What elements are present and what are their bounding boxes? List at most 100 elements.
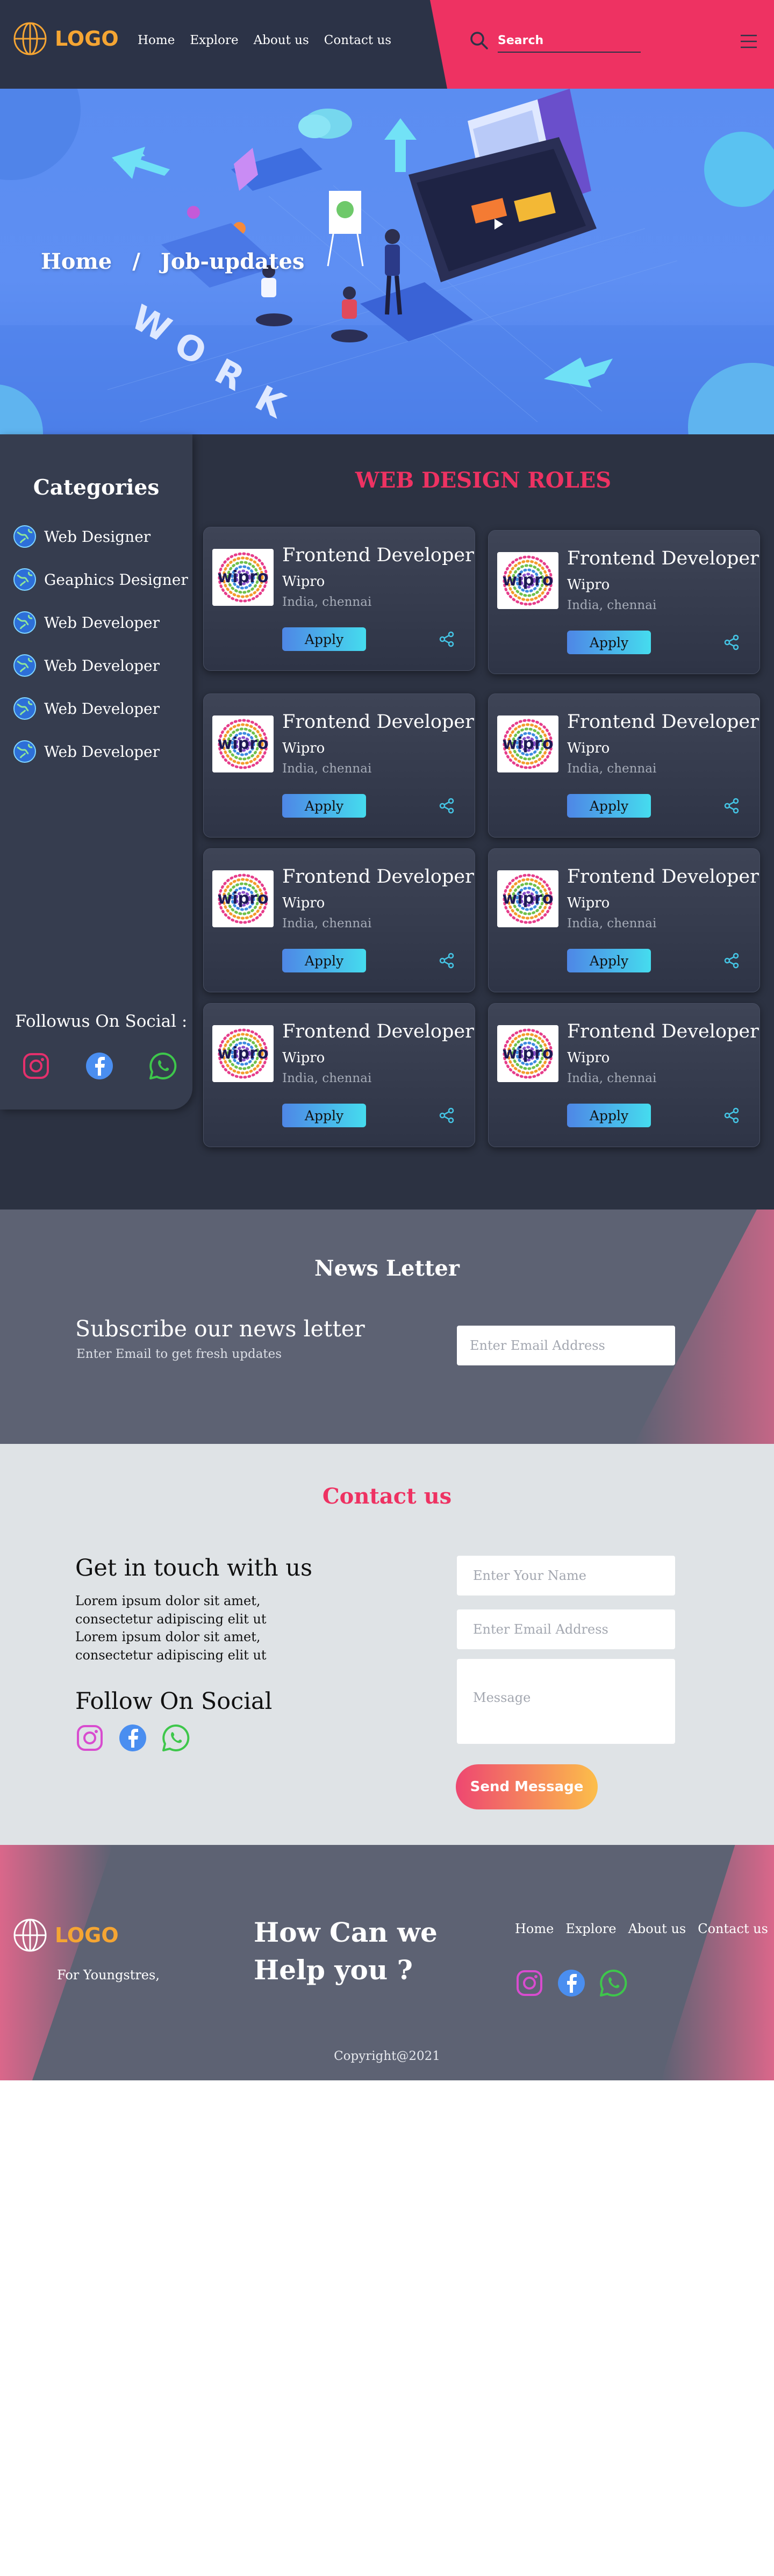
share-icon[interactable] [438,797,455,814]
nav-link-home[interactable]: Home [138,33,175,47]
share-icon[interactable] [723,952,740,969]
whatsapp-icon[interactable] [161,1723,190,1752]
breadcrumb-current: Job-updates [160,249,305,274]
breadcrumb-home[interactable]: Home [41,249,112,274]
globe-icon [13,568,37,591]
hamburger-menu-icon[interactable] [740,32,758,51]
footer-link-explore[interactable]: Explore [565,1921,616,1936]
job-title: Frontend Developer [567,866,759,888]
job-card: wipro Frontend Developer Wipro India, ch… [488,693,760,838]
company-logo: wipro [497,1025,558,1082]
apply-button[interactable]: Apply [567,949,651,972]
category-item[interactable]: Web Developer [13,611,160,634]
share-icon[interactable] [723,797,740,814]
company-logo: wipro [497,870,558,927]
company-logo: wipro [212,870,274,927]
newsletter-title: News Letter [314,1256,460,1281]
footer-social-links [515,1969,628,1998]
facebook-icon[interactable] [557,1969,586,1998]
apply-button[interactable]: Apply [282,794,366,818]
facebook-icon[interactable] [85,1051,114,1081]
footer: LOGO For Youngstres, How Can we Help you… [0,1845,774,2080]
svg-text:wipro: wipro [218,734,269,753]
svg-text:wipro: wipro [218,568,269,586]
job-title: Frontend Developer [282,711,474,733]
share-icon[interactable] [723,634,740,651]
whatsapp-icon[interactable] [599,1969,628,1998]
apply-button[interactable]: Apply [282,949,366,972]
company-name: Wipro [282,574,325,590]
apply-button[interactable]: Apply [282,1104,366,1127]
job-card: wipro Frontend Developer Wipro India, ch… [203,527,475,671]
instagram-icon[interactable] [75,1723,104,1752]
category-item[interactable]: Web Developer [13,740,160,763]
breadcrumb-separator: / [132,249,140,274]
share-icon[interactable] [438,631,455,648]
footer-link-contact[interactable]: Contact us [698,1921,768,1936]
search-icon[interactable] [469,30,489,51]
globe-icon [13,611,37,634]
email-input[interactable] [457,1609,675,1649]
job-title: Frontend Developer [282,866,474,888]
newsletter-email-input[interactable] [457,1326,675,1365]
job-location: India, chennai [282,595,372,609]
job-location: India, chennai [567,762,657,776]
svg-text:wipro: wipro [503,889,554,908]
share-icon[interactable] [723,1107,740,1124]
brand[interactable]: LOGO [13,22,119,56]
category-item[interactable]: Web Developer [13,697,160,720]
nav-link-explore[interactable]: Explore [190,33,238,47]
social-links [22,1051,177,1081]
footer-logo-text: LOGO [55,1923,119,1947]
job-title: Frontend Developer [567,1021,759,1042]
globe-icon [13,697,37,720]
nav-link-contact[interactable]: Contact us [324,33,391,47]
category-item[interactable]: Web Designer [13,525,150,548]
help-heading: How Can we Help you ? [254,1914,438,1989]
globe-icon [13,1918,47,1952]
contact-social-links [75,1723,190,1752]
newsletter-hint: Enter Email to get fresh updates [76,1347,282,1361]
footer-link-home[interactable]: Home [515,1921,554,1936]
search-input[interactable] [498,29,641,53]
message-input[interactable] [457,1659,675,1744]
company-name: Wipro [567,577,610,593]
logo-text: LOGO [55,27,119,51]
job-title: Frontend Developer [282,1021,474,1042]
company-logo: wipro [212,715,274,772]
globe-icon [13,22,47,56]
category-label: Web Developer [44,699,160,718]
instagram-icon[interactable] [515,1969,544,1998]
decorative-gradient [661,1845,774,2080]
name-input[interactable] [457,1556,675,1595]
company-name: Wipro [567,740,610,756]
category-item[interactable]: Web Developer [13,654,160,677]
company-logo: wipro [212,1025,274,1082]
job-location: India, chennai [282,762,372,776]
apply-button[interactable]: Apply [567,631,651,654]
apply-button[interactable]: Apply [567,1104,651,1127]
main-nav: Home Explore About us Contact us [138,33,391,47]
footer-brand[interactable]: LOGO [13,1918,119,1952]
share-icon[interactable] [438,952,455,969]
svg-text:wipro: wipro [503,734,554,753]
whatsapp-icon[interactable] [148,1051,177,1081]
company-name: Wipro [282,895,325,911]
nav-link-about[interactable]: About us [254,33,309,47]
send-message-button[interactable]: Send Message [456,1764,598,1809]
follow-social-heading: Follow On Social [75,1688,273,1715]
hero-banner: W O R K Home / Job-updates [0,89,774,434]
instagram-icon[interactable] [22,1051,51,1081]
newsletter-section: News Letter Subscribe our news letter En… [0,1210,774,1444]
roles-title: WEB DESIGN ROLES [355,468,612,493]
job-location: India, chennai [567,598,657,612]
category-item[interactable]: Geaphics Designer [13,568,188,591]
apply-button[interactable]: Apply [567,794,651,818]
share-icon[interactable] [438,1107,455,1124]
facebook-icon[interactable] [118,1723,147,1752]
copyright: Copyright@2021 [334,2049,440,2063]
footer-link-about[interactable]: About us [628,1921,686,1936]
company-name: Wipro [567,1050,610,1066]
category-label: Web Developer [44,656,160,675]
apply-button[interactable]: Apply [282,627,366,651]
